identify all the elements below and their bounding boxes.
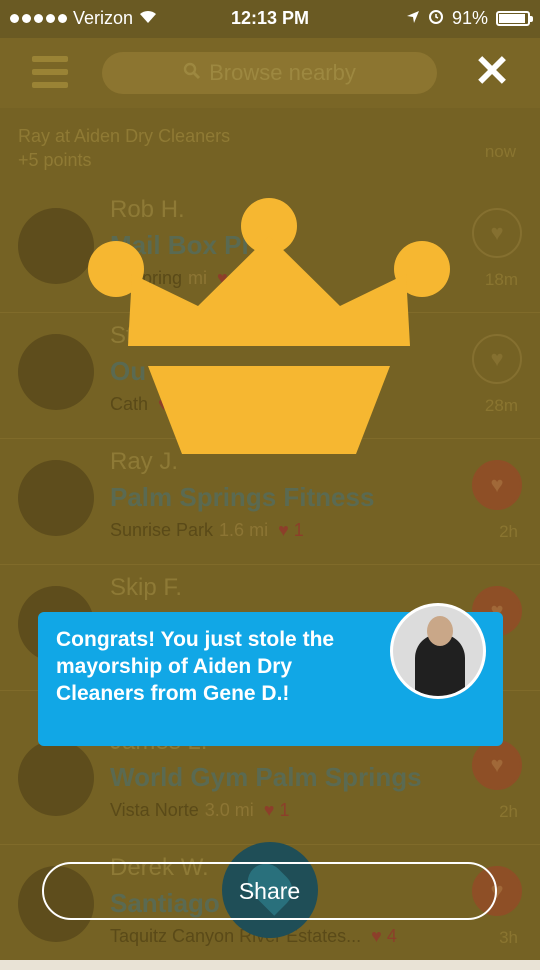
share-button[interactable]: Share [42, 862, 497, 920]
crown-icon [88, 198, 450, 454]
congrats-message: Congrats! You just stole the mayorship o… [56, 628, 335, 705]
mayorship-overlay: Congrats! You just stole the mayorship o… [0, 0, 540, 960]
mayor-avatar [390, 603, 486, 699]
